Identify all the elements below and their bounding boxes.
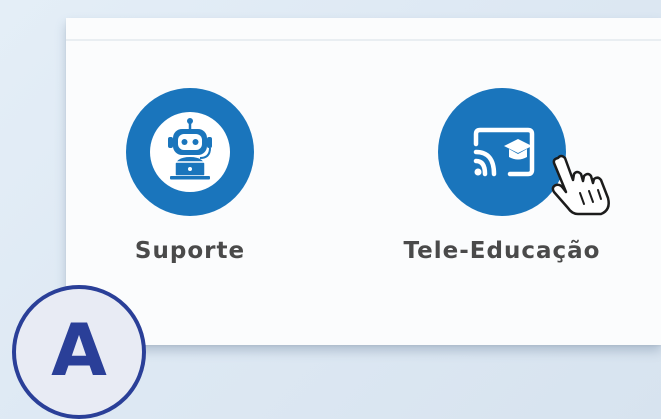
support-tile[interactable]: Suporte [126, 88, 254, 264]
tele-education-label: Tele-Educação [403, 238, 601, 264]
support-icon-circle[interactable] [126, 88, 254, 216]
hand-cursor-icon [551, 154, 610, 216]
panel-divider [66, 39, 661, 41]
step-letter: A [51, 308, 107, 392]
step-letter-badge: A [12, 285, 146, 419]
support-label: Suporte [134, 238, 246, 264]
robot-support-icon [150, 112, 230, 192]
